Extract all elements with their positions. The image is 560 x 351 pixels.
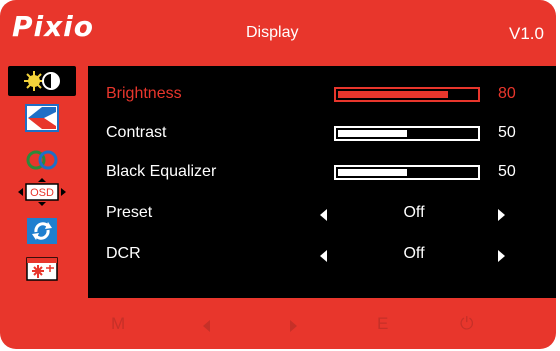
dcr-label: DCR [106, 245, 141, 262]
osd-icon: OSD [18, 178, 66, 206]
black-equalizer-slider-fill [338, 169, 407, 176]
version-label: V1.0 [509, 24, 544, 43]
sidebar-item-settings[interactable] [8, 254, 76, 284]
contrast-row[interactable]: Contrast 50 [88, 119, 556, 149]
left-arrow-icon[interactable] [203, 320, 210, 332]
black-equalizer-label: Black Equalizer [106, 163, 217, 180]
brand-logo: Pixio [12, 10, 95, 43]
sidebar-item-color[interactable] [8, 140, 76, 170]
sidebar-item-display[interactable] [8, 66, 76, 96]
reset-icon [27, 218, 57, 244]
contrast-label: Contrast [106, 124, 167, 141]
dcr-value: Off [403, 245, 425, 262]
left-arrow-icon[interactable] [320, 209, 327, 221]
picture-icon [25, 104, 59, 132]
right-arrow-icon[interactable] [290, 320, 297, 332]
preset-value: Off [403, 204, 425, 221]
color-icon [26, 141, 58, 170]
left-arrow-icon[interactable] [320, 250, 327, 262]
key-guide: M E ⏻ [0, 298, 556, 349]
black-equalizer-value: 50 [498, 163, 516, 180]
page-title: Display [246, 24, 299, 41]
brightness-slider[interactable] [334, 87, 480, 102]
brightness-contrast-icon [24, 71, 60, 91]
right-arrow-icon[interactable] [498, 209, 505, 221]
power-icon[interactable]: ⏻ [460, 314, 473, 334]
black-equalizer-slider[interactable] [334, 165, 480, 180]
black-equalizer-row[interactable]: Black Equalizer 50 [88, 158, 556, 188]
sidebar-item-osd[interactable]: OSD [8, 177, 76, 207]
contrast-slider[interactable] [334, 126, 480, 141]
dcr-row[interactable]: DCR Off [88, 240, 556, 270]
right-arrow-icon[interactable] [498, 250, 505, 262]
svg-text:OSD: OSD [30, 187, 54, 199]
brightness-label: Brightness [106, 85, 182, 102]
sidebar: OSD [0, 66, 84, 298]
sidebar-item-reset[interactable] [8, 216, 76, 246]
menu-key[interactable]: M [111, 314, 125, 334]
contrast-value: 50 [498, 124, 516, 141]
brightness-value: 80 [498, 85, 516, 102]
osd-window: Pixio Display V1.0 OSD Brightness 80 Con… [0, 0, 556, 349]
contrast-slider-fill [338, 130, 407, 137]
exit-key[interactable]: E [377, 314, 388, 334]
brightness-row[interactable]: Brightness 80 [88, 80, 556, 110]
sidebar-item-picture[interactable] [8, 103, 76, 133]
settings-panel: Brightness 80 Contrast 50 Black Equalize… [88, 66, 556, 298]
preset-label: Preset [106, 204, 153, 221]
osd-header: Pixio Display V1.0 [0, 0, 556, 60]
brightness-slider-fill [338, 91, 448, 98]
preset-row[interactable]: Preset Off [88, 199, 556, 229]
settings-icon [26, 257, 58, 281]
